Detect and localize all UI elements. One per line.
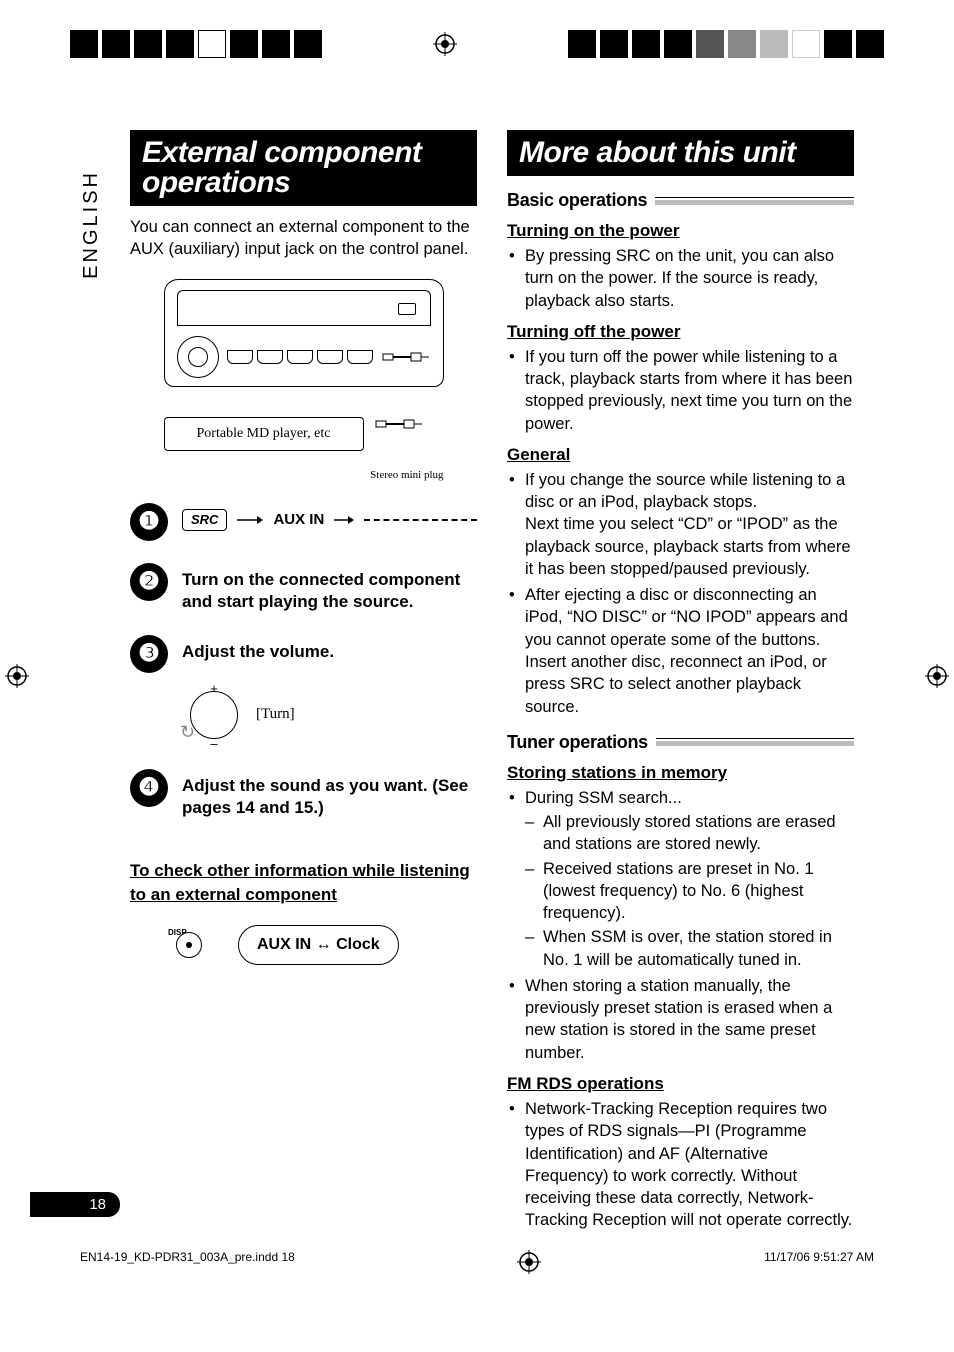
arrow-right-icon xyxy=(334,514,354,526)
step-number: ❹ xyxy=(130,769,168,807)
step-text: Turn on the connected component and star… xyxy=(182,563,477,613)
language-label: ENGLISH xyxy=(80,170,103,279)
page-number: 18 xyxy=(30,1192,120,1217)
bullet-item: If you turn off the power while listenin… xyxy=(507,346,854,435)
sub-fm-rds: FM RDS operations xyxy=(507,1074,854,1094)
step-number: ❸ xyxy=(130,635,168,673)
disp-button-icon: DISP xyxy=(170,932,208,958)
sub-turning-off: Turning off the power xyxy=(507,322,854,342)
section-basic-operations: Basic operations xyxy=(507,190,854,211)
arrow-right-icon xyxy=(237,514,263,526)
bullet-item: During SSM search... All previously stor… xyxy=(507,787,854,971)
heading-external-component: External component operations xyxy=(130,130,477,206)
plug-icon xyxy=(374,415,430,465)
heading-more-about: More about this unit xyxy=(507,130,854,176)
step-2: ❷ Turn on the connected component and st… xyxy=(130,563,477,613)
step-text: Adjust the volume. xyxy=(182,635,477,663)
step-text: Adjust the sound as you want. (See pages… xyxy=(182,769,477,819)
registration-mark-icon xyxy=(517,1250,541,1274)
device-label-box: Portable MD player, etc xyxy=(164,417,364,451)
crop-marks-top xyxy=(0,30,954,58)
sub-turning-on: Turning on the power xyxy=(507,221,854,241)
dash-item: All previously stored stations are erase… xyxy=(525,811,854,856)
step-number: ❷ xyxy=(130,563,168,601)
registration-mark-right-icon xyxy=(925,664,949,688)
intro-text: You can connect an external component to… xyxy=(130,216,477,261)
aux-clock-pill: AUX IN ↔ Clock xyxy=(238,925,399,965)
dash-item: Received stations are preset in No. 1 (l… xyxy=(525,858,854,925)
bullet-item: After ejecting a disc or disconnecting a… xyxy=(507,584,854,718)
registration-mark-icon xyxy=(433,32,457,56)
bullet-item: By pressing SRC on the unit, you can als… xyxy=(507,245,854,312)
disp-clock-row: DISP AUX IN ↔ Clock xyxy=(170,925,477,965)
bullet-item: When storing a station manually, the pre… xyxy=(507,975,854,1064)
dash-item: When SSM is over, the station stored in … xyxy=(525,926,854,971)
footer-file: EN14-19_KD-PDR31_003A_pre.indd 18 xyxy=(80,1250,295,1274)
check-info-heading: To check other information while listeni… xyxy=(130,859,477,907)
step-3: ❸ Adjust the volume. xyxy=(130,635,477,673)
footer-meta: EN14-19_KD-PDR31_003A_pre.indd 18 11/17/… xyxy=(80,1250,874,1274)
bullet-item: Network-Tracking Reception requires two … xyxy=(507,1098,854,1232)
stereo-plug-label: Stereo mini plug xyxy=(164,469,444,481)
step-1: ❶ SRC AUX IN xyxy=(130,503,477,541)
footer-timestamp: 11/17/06 9:51:27 AM xyxy=(764,1250,874,1274)
sub-general: General xyxy=(507,445,854,465)
turn-label: [Turn] xyxy=(256,706,295,723)
registration-mark-left-icon xyxy=(5,664,29,688)
src-button-icon: SRC xyxy=(182,509,227,532)
section-tuner-operations: Tuner operations xyxy=(507,732,854,753)
sub-storing-stations: Storing stations in memory xyxy=(507,763,854,783)
connection-diagram: Portable MD player, etc Stereo mini plug xyxy=(164,279,444,481)
bullet-item: If you change the source while listening… xyxy=(507,469,854,580)
step-4: ❹ Adjust the sound as you want. (See pag… xyxy=(130,769,477,819)
step-number: ❶ xyxy=(130,503,168,541)
plug-icon xyxy=(381,348,431,366)
turn-knob-figure: ↻ [Turn] xyxy=(182,683,477,747)
aux-in-label: AUX IN xyxy=(273,510,324,530)
